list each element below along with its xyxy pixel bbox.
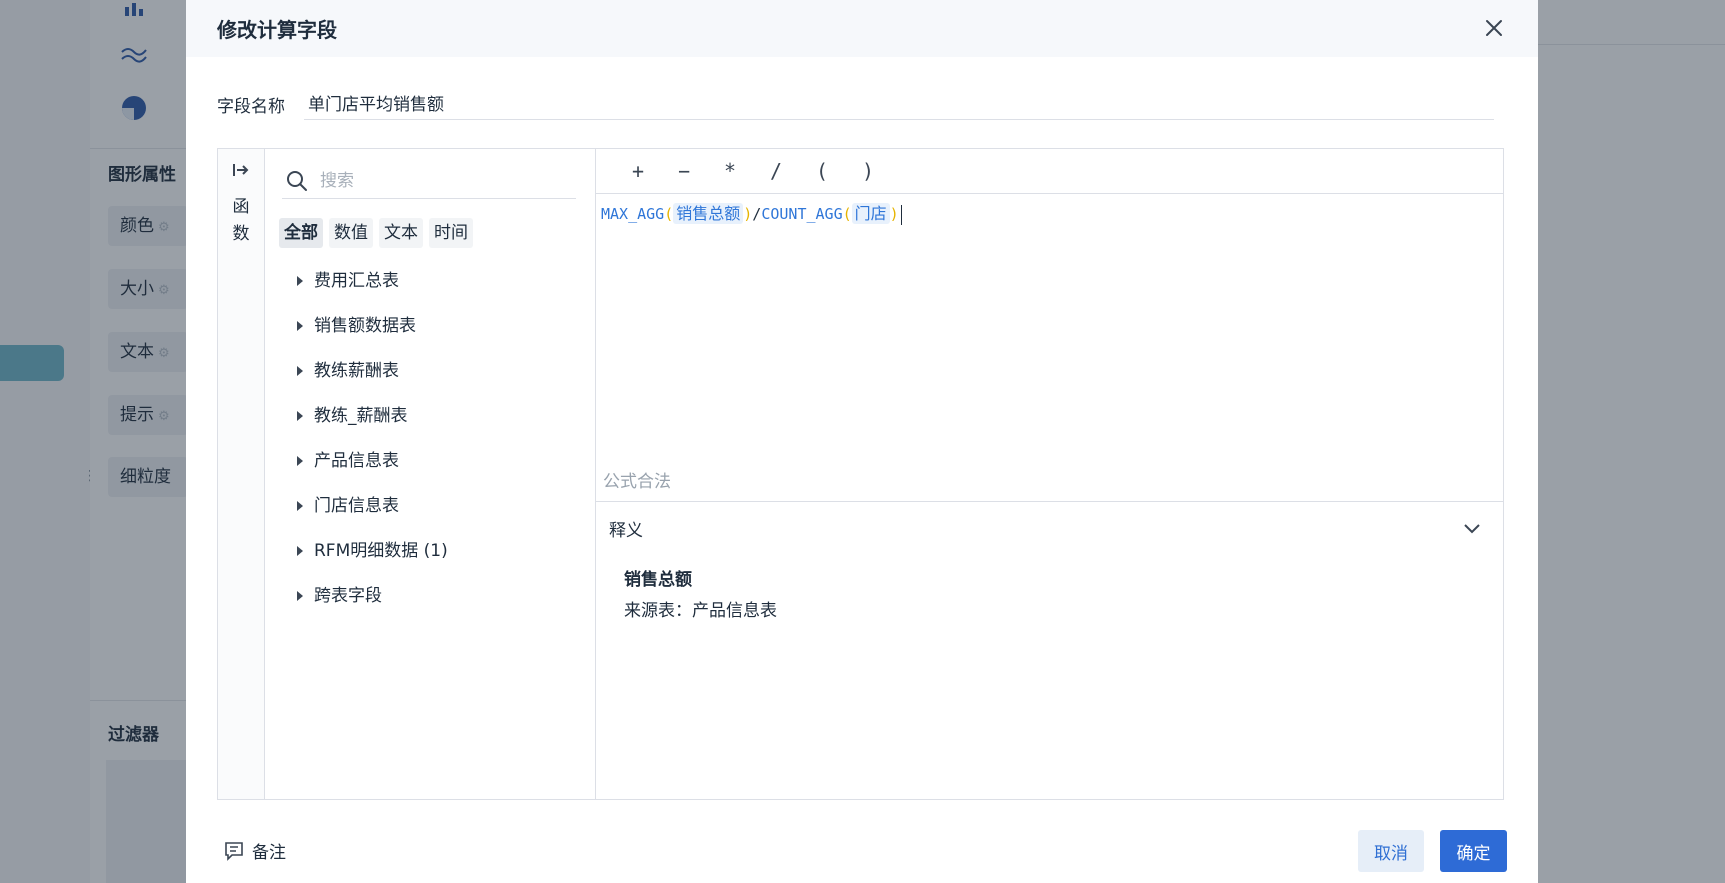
text-cursor bbox=[900, 204, 902, 225]
field-token[interactable]: 门店 bbox=[851, 203, 890, 224]
formula-area: + − * / ( ) MAX_AGG(销售总额)/COUNT_AGG(门店) … bbox=[595, 149, 1503, 799]
field-token[interactable]: 销售总额 bbox=[673, 203, 744, 224]
tab-text[interactable]: 文本 bbox=[379, 218, 423, 248]
field-panel: 全部 数值 文本 时间 费用汇总表 销售额数据表 教练薪酬表 教练_薪酬表 产品… bbox=[264, 149, 596, 799]
table-item-rfm-detail[interactable]: RFM明细数据 (1) bbox=[264, 529, 595, 574]
function-token: MAX_AGG bbox=[601, 205, 665, 223]
field-name-label: 字段名称 bbox=[217, 97, 285, 117]
table-item-label: 教练薪酬表 bbox=[314, 361, 399, 381]
table-item-coach-salary[interactable]: 教练薪酬表 bbox=[264, 349, 595, 394]
dialog-header: 修改计算字段 bbox=[186, 0, 1538, 57]
explanation-source: 来源表：产品信息表 bbox=[624, 601, 777, 621]
paren-token: ( bbox=[664, 205, 674, 223]
calc-field-dialog: 修改计算字段 字段名称 函数 全部 数值 文本 时间 bbox=[186, 0, 1538, 883]
functions-tab[interactable]: 函数 bbox=[230, 194, 252, 248]
tab-time[interactable]: 时间 bbox=[429, 218, 473, 248]
table-item-coach-salary-2[interactable]: 教练_薪酬表 bbox=[264, 394, 595, 439]
operator-token: / bbox=[752, 205, 762, 223]
chevron-down-icon[interactable] bbox=[1461, 518, 1483, 540]
explanation-header: 释义 bbox=[609, 521, 643, 541]
open-paren-button[interactable]: ( bbox=[799, 154, 845, 188]
close-paren-button[interactable]: ) bbox=[845, 154, 891, 188]
table-item-product-info[interactable]: 产品信息表 bbox=[264, 439, 595, 484]
caret-right-icon bbox=[297, 321, 303, 331]
table-item-label: 门店信息表 bbox=[314, 496, 399, 516]
explanation-panel: 释义 销售总额 来源表：产品信息表 bbox=[595, 501, 1503, 800]
search-input[interactable] bbox=[318, 166, 572, 196]
caret-right-icon bbox=[297, 456, 303, 466]
formula-status: 公式合法 bbox=[603, 472, 671, 492]
tab-all[interactable]: 全部 bbox=[279, 218, 323, 248]
note-label: 备注 bbox=[252, 843, 286, 863]
note-button[interactable]: 备注 bbox=[224, 838, 286, 863]
field-type-tabs: 全部 数值 文本 时间 bbox=[279, 218, 473, 248]
explanation-field-name: 销售总额 bbox=[624, 570, 692, 590]
divide-operator-button[interactable]: / bbox=[753, 154, 799, 188]
search-box bbox=[282, 162, 576, 199]
multiply-operator-button[interactable]: * bbox=[707, 154, 753, 188]
minus-operator-button[interactable]: − bbox=[661, 154, 707, 188]
function-token: COUNT_AGG bbox=[761, 205, 843, 223]
tab-number[interactable]: 数值 bbox=[329, 218, 373, 248]
caret-right-icon bbox=[297, 591, 303, 601]
caret-right-icon bbox=[297, 276, 303, 286]
search-icon bbox=[287, 171, 307, 191]
formula-editor-frame: 函数 全部 数值 文本 时间 费用汇总表 销售额数据表 教练薪酬表 教练_薪酬表… bbox=[217, 148, 1504, 800]
table-item-label: 费用汇总表 bbox=[314, 271, 399, 291]
paren-token: ) bbox=[743, 205, 753, 223]
cancel-button[interactable]: 取消 bbox=[1358, 830, 1424, 872]
table-item-store-info[interactable]: 门店信息表 bbox=[264, 484, 595, 529]
close-icon bbox=[1486, 20, 1502, 36]
table-item-expense-summary[interactable]: 费用汇总表 bbox=[264, 259, 595, 304]
table-item-label: 销售额数据表 bbox=[314, 316, 416, 336]
table-item-label: RFM明细数据 (1) bbox=[314, 541, 448, 561]
caret-right-icon bbox=[297, 366, 303, 376]
formula-code-editor[interactable]: MAX_AGG(销售总额)/COUNT_AGG(门店) bbox=[595, 194, 1503, 452]
caret-right-icon bbox=[297, 411, 303, 421]
table-item-cross-table[interactable]: 跨表字段 bbox=[264, 574, 595, 619]
dialog-title: 修改计算字段 bbox=[217, 18, 337, 42]
caret-right-icon bbox=[297, 501, 303, 511]
comment-icon bbox=[225, 841, 243, 861]
function-rail: 函数 bbox=[218, 149, 265, 799]
expand-functions-icon[interactable] bbox=[232, 161, 250, 179]
confirm-button[interactable]: 确定 bbox=[1440, 830, 1507, 872]
operator-toolbar: + − * / ( ) bbox=[595, 149, 1503, 194]
table-list: 费用汇总表 销售额数据表 教练薪酬表 教练_薪酬表 产品信息表 门店信息表 RF… bbox=[264, 259, 595, 619]
table-item-label: 跨表字段 bbox=[314, 586, 382, 606]
paren-token: ( bbox=[842, 205, 852, 223]
table-item-label: 产品信息表 bbox=[314, 451, 399, 471]
field-name-input[interactable] bbox=[304, 86, 1494, 120]
close-button[interactable] bbox=[1480, 14, 1508, 42]
table-item-sales-data[interactable]: 销售额数据表 bbox=[264, 304, 595, 349]
plus-operator-button[interactable]: + bbox=[615, 154, 661, 188]
table-item-label: 教练_薪酬表 bbox=[314, 406, 408, 426]
paren-token: ) bbox=[889, 205, 899, 223]
formula-line: MAX_AGG(销售总额)/COUNT_AGG(门店) bbox=[601, 202, 1497, 226]
caret-right-icon bbox=[297, 546, 303, 556]
